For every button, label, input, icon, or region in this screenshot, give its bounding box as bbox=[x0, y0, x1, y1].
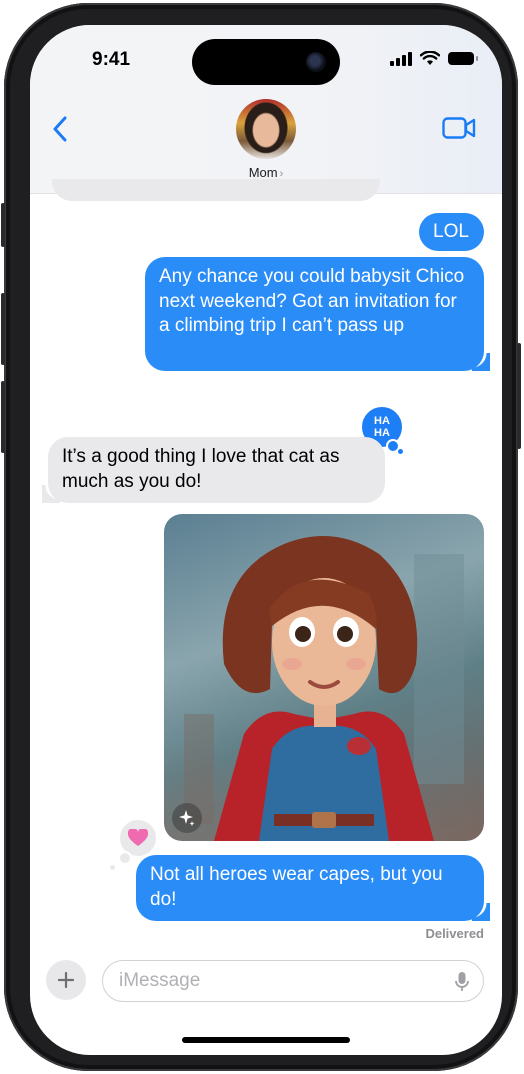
compose-bar: iMessage bbox=[30, 955, 502, 1005]
message-input-placeholder: iMessage bbox=[119, 970, 201, 991]
message-text: Not all heroes wear capes, but you do! bbox=[150, 864, 443, 910]
tapback-tail-dot bbox=[118, 851, 132, 865]
front-camera bbox=[306, 52, 326, 72]
message-bubble-incoming[interactable]: It’s a good thing I love that cat as muc… bbox=[42, 437, 385, 503]
message-text: Any chance you could babysit Chico next … bbox=[159, 266, 465, 336]
video-camera-icon bbox=[442, 117, 476, 139]
status-icons bbox=[390, 51, 478, 66]
message-bubble-outgoing[interactable]: Any chance you could babysit Chico next … bbox=[145, 257, 490, 371]
contact-avatar[interactable] bbox=[236, 99, 296, 159]
dynamic-island bbox=[192, 39, 340, 85]
message-list: LOL Any chance you could babysit Chico n… bbox=[30, 179, 502, 953]
phone-frame: Mom › 9:41 LOL Any chance you could baby… bbox=[1, 3, 521, 1071]
delivered-status: Delivered bbox=[425, 926, 484, 941]
heart-icon bbox=[128, 829, 148, 846]
message-text: LOL bbox=[433, 221, 469, 242]
previous-message-bubble bbox=[52, 179, 380, 201]
cellular-signal-icon bbox=[390, 51, 412, 66]
volume-down-button bbox=[1, 381, 5, 453]
home-indicator[interactable] bbox=[182, 1037, 350, 1043]
wifi-icon bbox=[420, 51, 440, 65]
add-attachment-button[interactable] bbox=[46, 960, 86, 1000]
contact-name-label: Mom bbox=[248, 165, 278, 180]
video-call-button[interactable] bbox=[442, 117, 476, 144]
tapback-tail-dot bbox=[398, 449, 403, 454]
message-bubble-outgoing[interactable]: Not all heroes wear capes, but you do! bbox=[136, 855, 490, 921]
sparkle-icon[interactable] bbox=[172, 803, 202, 833]
battery-icon bbox=[448, 52, 478, 65]
message-input[interactable]: iMessage bbox=[102, 960, 484, 1002]
superhero-portrait-image bbox=[184, 536, 464, 841]
genmoji-image-message[interactable] bbox=[164, 514, 484, 841]
microphone-icon bbox=[455, 972, 469, 991]
power-button bbox=[517, 343, 521, 449]
contact-name[interactable]: Mom › bbox=[30, 165, 502, 180]
plus-icon bbox=[57, 971, 75, 989]
screen: Mom › 9:41 LOL Any chance you could baby… bbox=[30, 25, 502, 1055]
chevron-left-icon bbox=[53, 116, 67, 142]
status-time: 9:41 bbox=[92, 49, 131, 70]
action-button bbox=[1, 203, 5, 247]
volume-up-button bbox=[1, 293, 5, 365]
tapback-tail-dot bbox=[110, 865, 115, 870]
message-text: It’s a good thing I love that cat as muc… bbox=[62, 446, 340, 492]
message-bubble-outgoing[interactable]: LOL bbox=[419, 213, 484, 251]
back-button[interactable] bbox=[48, 115, 72, 143]
dictation-button[interactable] bbox=[455, 971, 469, 999]
